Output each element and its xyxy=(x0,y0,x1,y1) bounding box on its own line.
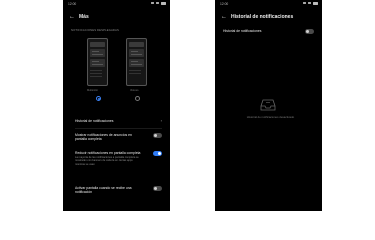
toggle-knob xyxy=(153,186,158,191)
layout-preview-multicolor[interactable] xyxy=(87,38,108,86)
row-label: Mostrar notificaciones de anuncios en pa… xyxy=(75,133,132,142)
toggle-row-ad-notifications[interactable]: Mostrar notificaciones de anuncios en pa… xyxy=(75,133,162,142)
row-label: Historial de notificaciones xyxy=(223,29,262,33)
layout-preview-vistoso[interactable] xyxy=(126,38,147,86)
inbox-tray-icon xyxy=(260,99,276,111)
screen-header: ← Más xyxy=(69,13,89,21)
status-time: 12:00 xyxy=(68,2,77,6)
section-label: NOTIFICACIONES DESPLEGADAS xyxy=(71,28,119,32)
notification-history-row[interactable]: Historial de notificaciones › xyxy=(75,118,162,123)
status-bar: 12:00 xyxy=(68,2,166,8)
toggle-row-wake-screen[interactable]: Activar pantalla cuando se recibe una no… xyxy=(75,186,162,195)
page-title: Más xyxy=(79,14,89,20)
toggle-knob xyxy=(305,29,310,34)
status-icons xyxy=(151,2,166,5)
phone-screen-more-settings: 12:00 ← Más NOTIFICACIONES DESPLEGADAS M… xyxy=(63,0,170,211)
status-icons xyxy=(303,2,318,5)
wake-screen-toggle[interactable] xyxy=(153,186,162,191)
notification-history-toggle[interactable] xyxy=(305,29,314,34)
row-label: Reducir notificaciones en pantalla compl… xyxy=(75,151,141,155)
layout-caption-2: Vistoso xyxy=(130,89,139,92)
row-label: Historial de notificaciones xyxy=(75,119,114,123)
layout-radio-selected[interactable] xyxy=(96,96,101,101)
toggle-row-reduce-fullscreen[interactable]: Reducir notificaciones en pantalla compl… xyxy=(75,151,162,166)
signal-icon xyxy=(303,2,306,5)
row-description: La mayoría de las notificaciones a panta… xyxy=(75,155,139,166)
page-title: Historial de notificaciones xyxy=(231,14,294,20)
wifi-icon xyxy=(308,2,311,5)
screen-header: ← Historial de notificaciones xyxy=(221,13,293,21)
status-bar: 12:00 xyxy=(220,2,318,8)
battery-icon xyxy=(161,2,166,5)
wifi-icon xyxy=(156,2,159,5)
divider xyxy=(75,128,162,129)
reduce-fullscreen-toggle[interactable] xyxy=(153,151,162,156)
ad-notifications-toggle[interactable] xyxy=(153,133,162,138)
layout-caption-1: Multicolor xyxy=(87,89,99,92)
toggle-knob xyxy=(153,133,158,138)
battery-icon xyxy=(313,2,318,5)
phone-screen-notification-history: 12:00 ← Historial de notificaciones Hist… xyxy=(215,0,322,211)
toggle-knob xyxy=(157,151,162,156)
back-arrow-icon[interactable]: ← xyxy=(69,13,75,21)
layout-radio-unselected[interactable] xyxy=(135,96,140,101)
notification-history-toggle-row[interactable]: Historial de notificaciones xyxy=(223,29,314,34)
signal-icon xyxy=(151,2,154,5)
row-label: Activar pantalla cuando se recibe una no… xyxy=(75,186,132,195)
chevron-right-icon: › xyxy=(160,118,162,123)
back-arrow-icon[interactable]: ← xyxy=(221,13,227,21)
empty-state-text: Historial de notificaciones desactivado xyxy=(246,115,295,119)
status-time: 12:00 xyxy=(220,2,229,6)
